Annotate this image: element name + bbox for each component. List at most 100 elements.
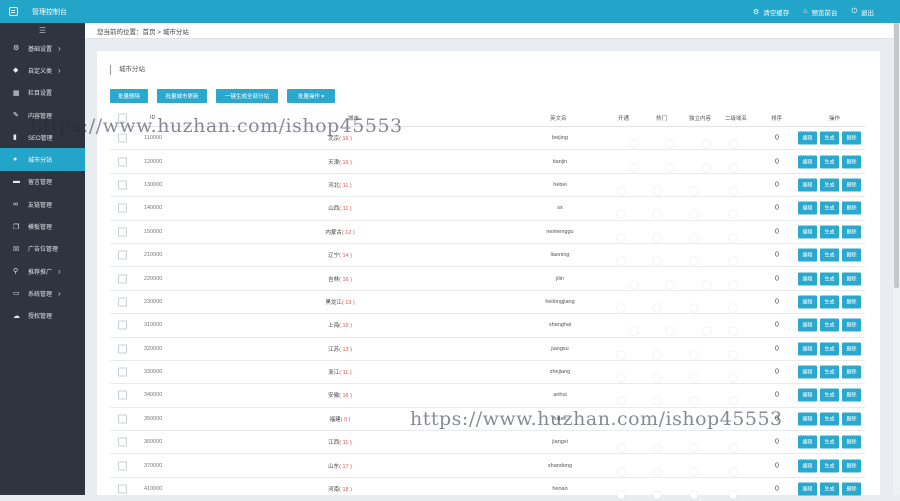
delete-button[interactable]: 删除: [842, 295, 861, 309]
city-name[interactable]: 吉林: [328, 277, 339, 283]
row-checkbox[interactable]: [118, 274, 127, 284]
edit-button[interactable]: 编辑: [798, 272, 817, 286]
city-name[interactable]: 天津: [328, 160, 339, 166]
topbar-action-0[interactable]: ⚙ 清空缓存: [753, 7, 789, 17]
delete-button[interactable]: 删除: [842, 248, 861, 262]
edit-button[interactable]: 编辑: [798, 178, 817, 192]
delete-button[interactable]: 删除: [842, 272, 861, 286]
edit-button[interactable]: 编辑: [798, 225, 817, 239]
row-checkbox[interactable]: [118, 250, 127, 260]
edit-button[interactable]: 编辑: [798, 365, 817, 379]
delete-button[interactable]: 删除: [842, 178, 861, 192]
generate-button[interactable]: 生成: [820, 459, 839, 473]
city-name[interactable]: 江苏: [328, 347, 339, 353]
sort-value[interactable]: 0: [770, 392, 784, 399]
edit-button[interactable]: 编辑: [798, 318, 817, 332]
row-checkbox[interactable]: [118, 203, 127, 213]
sidebar-item-11[interactable]: ▭ 系统管理 ›: [0, 282, 85, 304]
sidebar-item-10[interactable]: ⚲ 推荐推广 ›: [0, 260, 85, 282]
edit-button[interactable]: 编辑: [798, 388, 817, 402]
city-name[interactable]: 内蒙古: [325, 230, 342, 236]
row-checkbox[interactable]: [118, 461, 127, 471]
menu-toggle-icon[interactable]: ☰: [0, 23, 85, 37]
scrollbar-thumb[interactable]: [894, 23, 899, 288]
row-checkbox[interactable]: [118, 320, 127, 330]
delete-button[interactable]: 删除: [842, 201, 861, 215]
row-checkbox[interactable]: [118, 414, 127, 424]
sidebar-item-8[interactable]: ❐ 模板管理: [0, 215, 85, 237]
sort-value[interactable]: 0: [770, 135, 784, 142]
city-name[interactable]: 浙江: [328, 370, 339, 376]
edit-button[interactable]: 编辑: [798, 155, 817, 169]
sort-value[interactable]: 0: [770, 252, 784, 259]
delete-button[interactable]: 删除: [842, 459, 861, 473]
edit-button[interactable]: 编辑: [798, 412, 817, 426]
generate-button[interactable]: 生成: [820, 388, 839, 402]
row-checkbox[interactable]: [118, 390, 127, 400]
sort-value[interactable]: 0: [770, 462, 784, 469]
city-name[interactable]: 山西: [328, 206, 339, 212]
sidebar-item-1[interactable]: ◆ 自定义类 ›: [0, 59, 85, 81]
sort-value[interactable]: 0: [770, 486, 784, 493]
toolbar-button-3[interactable]: 批量操作 ▾: [287, 89, 335, 103]
delete-button[interactable]: 删除: [842, 435, 861, 449]
sort-value[interactable]: 0: [770, 345, 784, 352]
sidebar-item-7[interactable]: ∞ 友链管理: [0, 193, 85, 215]
sort-value[interactable]: 0: [770, 439, 784, 446]
sidebar-item-0[interactable]: ⚙ 基础设置 ›: [0, 37, 85, 59]
row-checkbox[interactable]: [118, 437, 127, 447]
edit-button[interactable]: 编辑: [798, 435, 817, 449]
edit-button[interactable]: 编辑: [798, 295, 817, 309]
generate-button[interactable]: 生成: [820, 201, 839, 215]
sort-value[interactable]: 0: [770, 322, 784, 329]
delete-button[interactable]: 删除: [842, 342, 861, 356]
city-name[interactable]: 上海: [328, 323, 339, 329]
edit-button[interactable]: 编辑: [798, 131, 817, 145]
sidebar-item-2[interactable]: ▦ 栏目设置: [0, 82, 85, 104]
toolbar-button-0[interactable]: 批量删除: [110, 89, 148, 103]
city-name[interactable]: 辽宁: [328, 253, 339, 259]
generate-button[interactable]: 生成: [820, 248, 839, 262]
edit-button[interactable]: 编辑: [798, 342, 817, 356]
sidebar-item-6[interactable]: ▬ 留言管理: [0, 171, 85, 193]
row-checkbox[interactable]: [118, 227, 127, 237]
sort-value[interactable]: 0: [770, 298, 784, 305]
brand[interactable]: 管理控制台: [0, 0, 85, 23]
sidebar-item-12[interactable]: ☁ 授权管理: [0, 305, 85, 327]
delete-button[interactable]: 删除: [842, 388, 861, 402]
sidebar-item-9[interactable]: ☒ 广告位管理: [0, 238, 85, 260]
delete-button[interactable]: 删除: [842, 412, 861, 426]
generate-button[interactable]: 生成: [820, 342, 839, 356]
city-name[interactable]: 安徽: [328, 393, 339, 399]
row-checkbox[interactable]: [118, 367, 127, 377]
city-name[interactable]: 黑龙江: [325, 300, 342, 306]
scrollbar[interactable]: [893, 23, 900, 495]
city-name[interactable]: 北京: [328, 136, 339, 142]
generate-button[interactable]: 生成: [820, 318, 839, 332]
row-checkbox[interactable]: [118, 344, 127, 354]
city-name[interactable]: 江西: [328, 440, 339, 446]
sort-value[interactable]: 0: [770, 275, 784, 282]
edit-button[interactable]: 编辑: [798, 482, 817, 496]
edit-button[interactable]: 编辑: [798, 201, 817, 215]
topbar-action-2[interactable]: ⏻ 退出: [851, 7, 874, 17]
delete-button[interactable]: 删除: [842, 482, 861, 496]
delete-button[interactable]: 删除: [842, 365, 861, 379]
sort-value[interactable]: 0: [770, 369, 784, 376]
toolbar-button-2[interactable]: 一键生成全部分站: [216, 89, 278, 103]
row-checkbox[interactable]: [118, 157, 127, 167]
sort-value[interactable]: 0: [770, 205, 784, 212]
sidebar-item-5[interactable]: ● 城市分站: [0, 148, 85, 171]
generate-button[interactable]: 生成: [820, 131, 839, 145]
edit-button[interactable]: 编辑: [798, 248, 817, 262]
delete-button[interactable]: 删除: [842, 225, 861, 239]
row-checkbox[interactable]: [118, 484, 127, 494]
edit-button[interactable]: 编辑: [798, 459, 817, 473]
generate-button[interactable]: 生成: [820, 435, 839, 449]
generate-button[interactable]: 生成: [820, 412, 839, 426]
sort-value[interactable]: 0: [770, 228, 784, 235]
toolbar-button-1[interactable]: 批量城市更新: [157, 89, 207, 103]
generate-button[interactable]: 生成: [820, 482, 839, 496]
generate-button[interactable]: 生成: [820, 155, 839, 169]
generate-button[interactable]: 生成: [820, 178, 839, 192]
